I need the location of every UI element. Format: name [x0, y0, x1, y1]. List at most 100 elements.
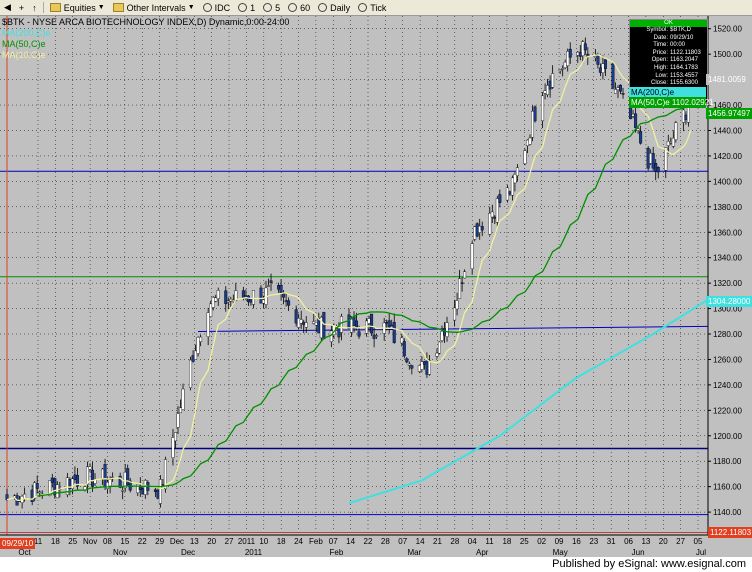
x-tick-label: Feb	[309, 537, 323, 546]
candle-body	[681, 109, 685, 123]
candle-body	[422, 361, 426, 365]
data-window-key: Price:	[652, 49, 668, 56]
other-intervals-menu[interactable]: Other Intervals ▼	[109, 1, 199, 14]
candle-body	[621, 93, 625, 95]
x-tick-label: 22	[364, 537, 373, 546]
data-window-row: Symbol: $BTK,D	[630, 27, 707, 35]
candle-body	[420, 361, 424, 370]
candle-body	[566, 51, 570, 67]
candle-body	[206, 312, 210, 337]
interval-60-button[interactable]: 60	[284, 1, 314, 14]
x-tick-label: 02	[537, 537, 546, 546]
x-tick-label: 13	[190, 537, 199, 546]
x-month-label: Mar	[407, 548, 421, 557]
x-tick-label: 22	[138, 537, 147, 546]
data-window-value: 1153.4557	[670, 72, 698, 79]
data-window-row: Low: 1153.4557	[630, 73, 707, 81]
x-tick-label: 14	[346, 537, 355, 546]
idc-button[interactable]: IDC	[199, 1, 235, 14]
price-tag-1304: 1304.28000	[706, 296, 752, 307]
candle-body	[455, 300, 459, 310]
candle-body	[558, 69, 562, 72]
data-window-key: Symbol:	[646, 27, 668, 33]
candle-body	[279, 284, 283, 293]
data-window-value: 1163.2047	[670, 57, 698, 64]
equities-menu[interactable]: Equities ▼	[46, 1, 109, 14]
data-window-key: High:	[653, 64, 668, 71]
x-tick-label: 24	[294, 537, 303, 546]
folder-icon	[49, 3, 61, 12]
candle-body	[337, 328, 341, 338]
price-tag-1122: 1122.11803	[708, 527, 752, 538]
candle-body	[613, 89, 617, 94]
candle-body	[593, 56, 597, 58]
candle-body	[475, 223, 479, 237]
candle-body	[88, 466, 92, 470]
candle-body	[440, 331, 444, 341]
candle-body	[277, 285, 281, 290]
x-tick-label: 09	[555, 537, 564, 546]
candle-body	[158, 479, 162, 504]
chart-area[interactable]: 1140.00 1160.00 1180.00 1200.00 1220.00 1240.…	[0, 16, 752, 557]
candle-body	[480, 226, 484, 231]
toolbar: ◀ + ↑ Equities ▼ Other Intervals ▼ IDC 1 5…	[0, 0, 752, 16]
candle-body	[578, 51, 582, 57]
candle-body	[576, 51, 580, 56]
candle-body	[284, 300, 288, 302]
data-window-row: Time: 00:00	[630, 42, 707, 50]
candle-body	[528, 137, 532, 145]
candle-body	[523, 150, 527, 164]
candle-body	[317, 318, 321, 334]
x-tick-label: 04	[468, 537, 477, 546]
interval-tick-button[interactable]: Tick	[354, 1, 390, 14]
candle-body	[435, 352, 439, 357]
candle-body	[261, 299, 265, 304]
candle-body	[427, 360, 431, 375]
x-month-label: Oct	[18, 548, 31, 557]
candle-body	[246, 295, 250, 303]
candle-body	[470, 243, 474, 270]
candle-body	[53, 478, 57, 496]
arrow-icon[interactable]: ◀	[0, 1, 15, 14]
candle-body	[631, 113, 635, 117]
candle-body	[50, 477, 54, 483]
interval-1-button[interactable]: 1	[234, 1, 259, 14]
crosshair-icon[interactable]: +	[15, 1, 28, 14]
candle-body	[349, 318, 353, 333]
interval-5-button[interactable]: 5	[259, 1, 284, 14]
candle-body	[55, 484, 59, 499]
candle-body	[387, 320, 391, 328]
x-tick-label: 07	[398, 537, 407, 546]
candle-body	[425, 360, 429, 375]
price-tag-1456: 1456.97497	[706, 108, 752, 119]
candle-body	[463, 271, 467, 279]
candle-body	[367, 318, 371, 324]
x-tick-label: 08	[103, 537, 112, 546]
candle-body	[543, 90, 547, 94]
candle-body	[153, 489, 157, 492]
y-tick-label: 1340.00	[713, 254, 742, 263]
footer: Published by eSignal: www.esignal.com	[0, 557, 752, 572]
candle-body	[287, 300, 291, 306]
up-arrow-icon[interactable]: ↑	[28, 1, 41, 14]
candle-body	[347, 314, 351, 329]
candle-body	[460, 282, 464, 284]
x-month-label: Apr	[476, 548, 489, 557]
interval-daily-button[interactable]: Daily	[314, 1, 354, 14]
candle-body	[211, 297, 215, 308]
x-month-label: Feb	[330, 548, 344, 557]
candle-body	[402, 341, 406, 357]
candle-body	[671, 137, 675, 147]
candle-body	[314, 322, 318, 326]
candle-body	[322, 311, 326, 340]
clock-icon	[202, 3, 212, 12]
candle-body	[616, 87, 620, 90]
candle-body	[405, 358, 409, 363]
plot-background	[0, 16, 708, 535]
x-month-label: 2011	[245, 548, 263, 557]
candle-body	[38, 491, 42, 494]
candle-body	[103, 464, 107, 488]
candle-body	[646, 147, 650, 169]
candle-body	[490, 211, 494, 218]
footer-credit: Published by eSignal: www.esignal.com	[552, 558, 746, 570]
